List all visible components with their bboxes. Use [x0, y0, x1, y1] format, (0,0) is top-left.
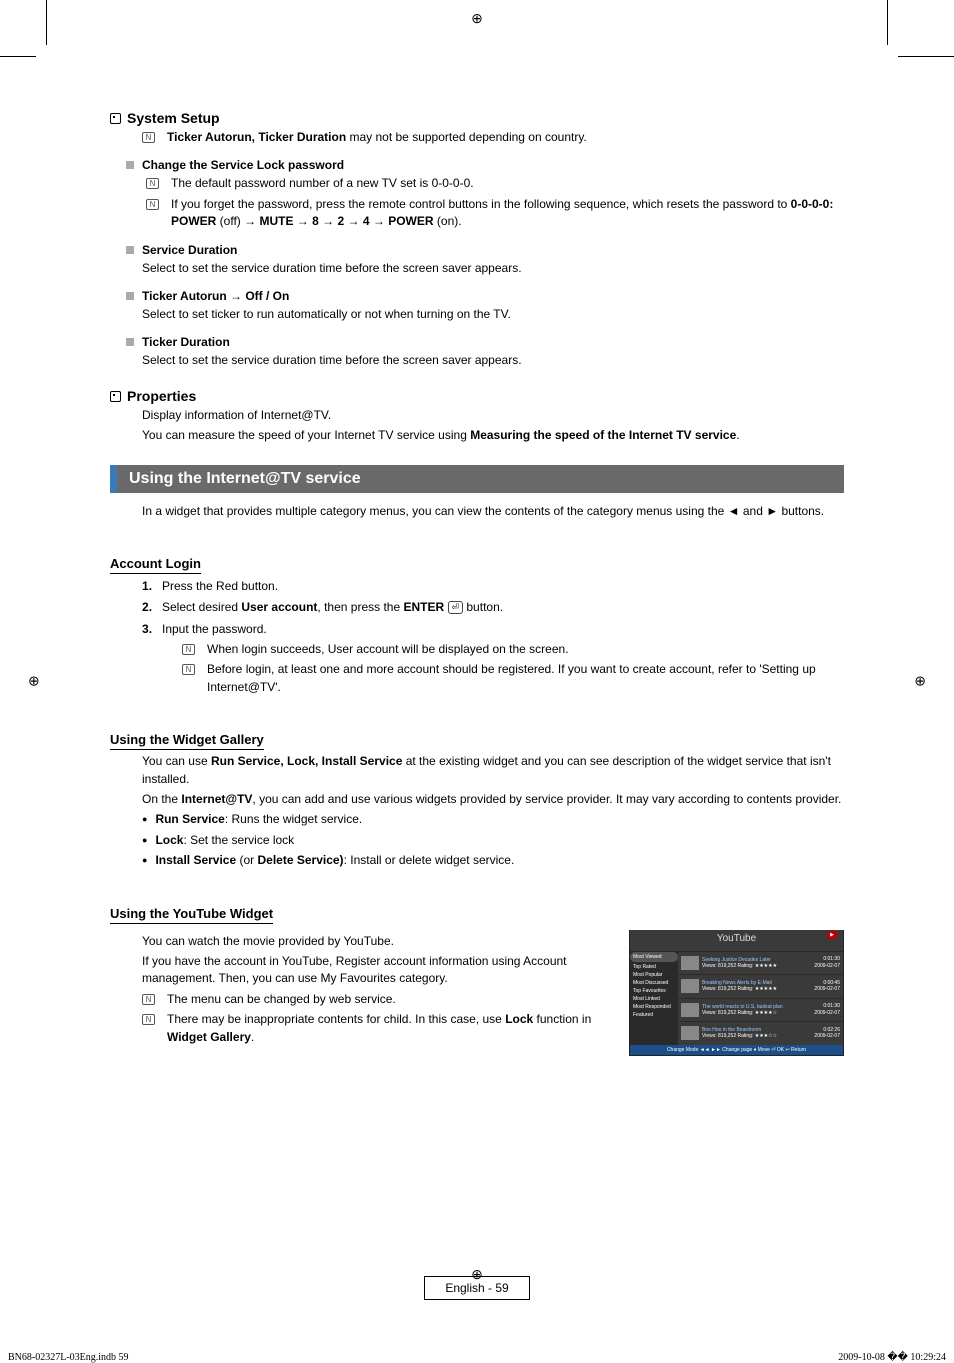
note-line: N Before login, at least one and more ac…	[182, 661, 844, 696]
step-item: Input the password. N When login succeed…	[142, 621, 844, 697]
section-account-login: Account Login	[110, 556, 201, 574]
subheading-text: Service Duration	[142, 243, 237, 257]
step-item: Press the Red button.	[142, 578, 844, 595]
note-text: Before login, at least one and more acco…	[207, 661, 844, 696]
note-icon: N	[142, 132, 155, 143]
youtube-side-item: Featured	[633, 1011, 675, 1019]
section-system-setup: System Setup	[110, 110, 844, 126]
subsection-service-duration: Service Duration	[126, 243, 844, 257]
thumbnail-icon	[681, 1003, 699, 1017]
note-line: N Ticker Autorun, Ticker Duration may no…	[142, 129, 844, 146]
body-text: Select to set the service duration time …	[142, 352, 844, 369]
note-text: If you forget the password, press the re…	[171, 196, 844, 231]
note-icon: N	[182, 644, 195, 655]
note-icon: N	[146, 199, 159, 210]
youtube-logo-text: YouTube	[717, 933, 756, 944]
body-text: Select to set ticker to run automaticall…	[142, 306, 844, 323]
youtube-widget-screenshot: YouTube ▶ Most Viewed Top Rated Most Pop…	[629, 930, 844, 1056]
note-icon: N	[142, 1014, 155, 1025]
note-text: There may be inappropriate contents for …	[167, 1011, 617, 1046]
youtube-row: Breaking News Alerts by E-MailViews: 819…	[678, 974, 843, 998]
list-item: Lock: Set the service lock	[142, 832, 844, 849]
section-youtube: Using the YouTube Widget	[110, 906, 273, 924]
note-icon: N	[182, 664, 195, 675]
subheading-text: Ticker Autorun → Off / On	[142, 289, 289, 303]
section-widget-gallery: Using the Widget Gallery	[110, 732, 264, 750]
registration-mark-icon: ⊕	[471, 1266, 483, 1283]
youtube-logo-icon: ▶	[827, 931, 837, 939]
main-heading-text: Using the Internet@TV service	[117, 465, 844, 493]
note-line: N When login succeeds, User account will…	[182, 641, 844, 658]
section-properties: Properties	[110, 388, 844, 404]
body-text: Select to set the service duration time …	[142, 260, 844, 277]
square-bullet-icon	[110, 113, 121, 124]
note-line: N The menu can be changed by web service…	[142, 991, 617, 1008]
youtube-side-item: Most Responded	[633, 1003, 675, 1011]
thumbnail-icon	[681, 1026, 699, 1040]
youtube-side-item: Top Favourites	[633, 987, 675, 995]
print-timestamp: 2009-10-08 �� 10:29:24	[838, 1352, 946, 1363]
note-line: N The default password number of a new T…	[146, 175, 844, 192]
gray-bullet-icon	[126, 246, 134, 254]
gray-bullet-icon	[126, 338, 134, 346]
body-text: On the Internet@TV, you can add and use …	[142, 791, 844, 808]
youtube-row: Seeking Justice Decades LaterViews: 819,…	[678, 951, 843, 975]
youtube-list: Seeking Justice Decades LaterViews: 819,…	[678, 951, 843, 1045]
blue-bar-icon	[110, 465, 117, 493]
step-item: Select desired User account, then press …	[142, 599, 844, 616]
youtube-sidebar: Most Viewed Top Rated Most Popular Most …	[630, 951, 678, 1045]
body-text: You can use Run Service, Lock, Install S…	[142, 753, 844, 788]
note-line: N If you forget the password, press the …	[146, 196, 844, 231]
print-metadata: BN68-02327L-03Eng.indb 59 2009-10-08 �� …	[8, 1352, 946, 1363]
main-heading-bar: Using the Internet@TV service	[110, 465, 844, 493]
page-content: System Setup N Ticker Autorun, Ticker Du…	[110, 110, 844, 1300]
note-text: Ticker Autorun, Ticker Duration may not …	[167, 129, 587, 146]
thumbnail-icon	[681, 979, 699, 993]
list-item: Install Service (or Delete Service): Ins…	[142, 852, 844, 869]
print-filename: BN68-02327L-03Eng.indb 59	[8, 1352, 129, 1363]
note-text: The default password number of a new TV …	[171, 175, 474, 192]
body-text: You can measure the speed of your Intern…	[142, 427, 844, 444]
youtube-side-item: Most Linked	[633, 995, 675, 1003]
youtube-side-item: Most Popular	[633, 971, 675, 979]
subsection-ticker-duration: Ticker Duration	[126, 335, 844, 349]
body-text: In a widget that provides multiple categ…	[142, 503, 844, 520]
youtube-row: The world reacts to U.S. bailout planVie…	[678, 998, 843, 1022]
note-text: When login succeeds, User account will b…	[207, 641, 569, 658]
thumbnail-icon	[681, 956, 699, 970]
list-item: Run Service: Runs the widget service.	[142, 811, 844, 828]
subheading-text: Change the Service Lock password	[142, 158, 344, 172]
youtube-side-item: Most Viewed	[630, 952, 678, 962]
youtube-side-item: Top Rated	[633, 963, 675, 971]
steps-list: Press the Red button. Select desired Use…	[142, 578, 844, 696]
heading-text: System Setup	[127, 110, 220, 126]
youtube-side-item: Most Discussed	[633, 979, 675, 987]
subsection-change-lock: Change the Service Lock password	[126, 158, 844, 172]
youtube-row: Boo Hoo in the BoardroomViews: 819,252 R…	[678, 1021, 843, 1045]
body-text: Display information of Internet@TV.	[142, 407, 844, 424]
note-line: N There may be inappropriate contents fo…	[142, 1011, 617, 1046]
gray-bullet-icon	[126, 292, 134, 300]
subheading-text: Ticker Duration	[142, 335, 230, 349]
subsection-ticker-autorun: Ticker Autorun → Off / On	[126, 289, 844, 303]
enter-icon: ⏎	[448, 601, 464, 614]
note-text: The menu can be changed by web service.	[167, 991, 396, 1008]
note-icon: N	[142, 994, 155, 1005]
youtube-footer-hints: Change Mode ◄◄ ►► Change page ♦ Move ⏎ O…	[630, 1045, 843, 1055]
heading-text: Properties	[127, 388, 196, 404]
note-icon: N	[146, 178, 159, 189]
square-bullet-icon	[110, 391, 121, 402]
gray-bullet-icon	[126, 161, 134, 169]
